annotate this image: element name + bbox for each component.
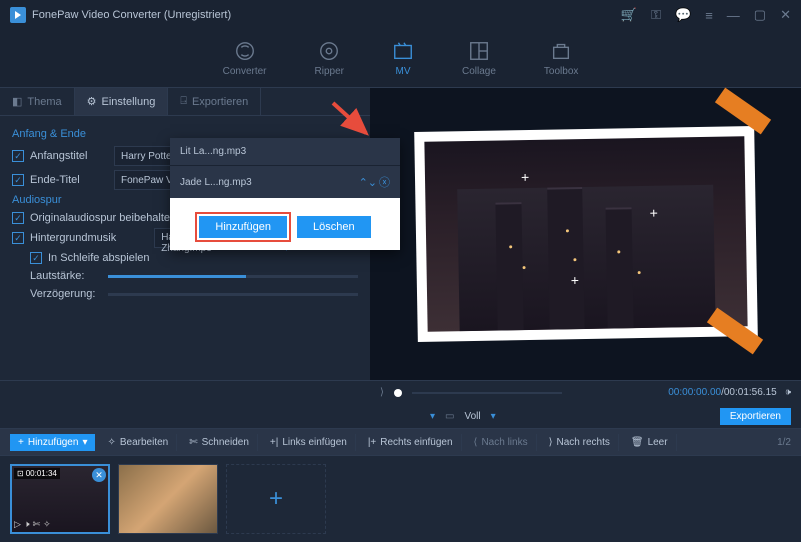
toolbox-icon — [550, 40, 572, 62]
wand-icon: ✧ — [107, 437, 115, 448]
cart-icon[interactable]: 🛒 — [621, 7, 637, 23]
nav-label: Converter — [223, 66, 267, 77]
start-title-label: Anfangstitel — [30, 150, 108, 162]
mv-icon — [392, 40, 414, 62]
move-right-button[interactable]: ⟩ Nach rechts — [541, 434, 619, 451]
chevron-down-icon[interactable]: ▾ — [430, 411, 435, 422]
chevron-right-icon[interactable]: ⟩ — [380, 387, 384, 398]
tab-label: Exportieren — [192, 96, 248, 108]
delay-slider[interactable] — [108, 293, 358, 296]
marker-icon[interactable]: + — [649, 204, 657, 220]
titlebar: FonePaw Video Converter (Unregistriert) … — [0, 0, 801, 30]
tab-settings[interactable]: ⚙ Einstellung — [75, 88, 169, 115]
wand-icon[interactable]: ✧ — [43, 519, 51, 530]
theme-icon: ◧ — [12, 95, 22, 108]
app-title: FonePaw Video Converter (Unregistriert) — [32, 9, 231, 21]
minimize-icon[interactable]: — — [727, 8, 740, 23]
app-logo-icon — [10, 7, 26, 23]
clip-duration-badge: ⊡ 00:01:34 — [14, 468, 60, 479]
volume-slider[interactable] — [108, 275, 358, 278]
move-left-button[interactable]: ⟨ Nach links — [466, 434, 537, 451]
scissors-icon[interactable]: ✄ — [33, 519, 41, 530]
clip-toolbar: + Hinzufügen ▾ ✧Bearbeiten ✄Schneiden +|… — [0, 428, 801, 456]
marker-icon[interactable]: + — [520, 168, 528, 184]
timecode: 00:00:00.00/00:01:56.15 — [668, 387, 776, 398]
maximize-icon[interactable]: ▢ — [754, 7, 766, 23]
playhead-dot[interactable] — [394, 389, 402, 397]
marker-icon[interactable]: + — [570, 272, 578, 288]
add-clip-slot[interactable]: + — [226, 464, 326, 534]
nav-label: Collage — [462, 66, 496, 77]
main-nav: Converter Ripper MV Collage Toolbox — [0, 30, 801, 88]
tab-label: Einstellung — [102, 96, 156, 108]
feedback-icon[interactable]: 💬 — [675, 7, 691, 23]
mute-icon[interactable]: 🕨 — [24, 519, 30, 530]
clip-thumbnail[interactable]: ⊡ 00:01:34 ✕ ▷ 🕨 ✄ ✧ — [10, 464, 110, 534]
collage-icon — [468, 40, 490, 62]
music-dropdown-popup: Lit La...ng.mp3 Jade L...ng.mp3 ⌃⌄ ⓧ Hin… — [170, 138, 400, 250]
end-title-checkbox[interactable] — [12, 174, 24, 186]
popup-item-controls[interactable]: ⌃⌄ ⓧ — [359, 174, 390, 190]
preview-frame: + + + — [414, 126, 758, 342]
delete-button[interactable]: Löschen — [297, 216, 371, 238]
add-clip-button[interactable]: + Hinzufügen ▾ — [10, 434, 95, 451]
timeline-scrubber[interactable] — [412, 392, 562, 394]
end-title-label: Ende-Titel — [30, 174, 108, 186]
nav-toolbox[interactable]: Toolbox — [544, 40, 578, 77]
nav-label: Toolbox — [544, 66, 578, 77]
tab-label: Thema — [27, 96, 61, 108]
volume-icon[interactable]: 🕩 — [785, 387, 791, 398]
popup-item[interactable]: Jade L...ng.mp3 ⌃⌄ ⓧ — [170, 165, 400, 198]
clip-thumbnail[interactable] — [118, 464, 218, 534]
menu-icon[interactable]: ≡ — [705, 8, 713, 23]
bg-music-checkbox[interactable] — [12, 232, 24, 244]
popup-item-label: Jade L...ng.mp3 — [180, 177, 252, 188]
preview-image: + + + — [424, 136, 747, 332]
chevron-down-icon[interactable]: ▾ — [491, 411, 496, 422]
trash-icon: 🗑 — [631, 437, 644, 448]
export-button[interactable]: Exportieren — [720, 408, 791, 425]
converter-icon — [234, 40, 256, 62]
export-icon: ⍈ — [180, 95, 187, 108]
page-indicator: 1/2 — [777, 437, 791, 448]
edit-button[interactable]: ✧Bearbeiten — [99, 434, 177, 451]
loop-checkbox[interactable] — [30, 252, 42, 264]
insert-right-button[interactable]: |+ Rechts einfügen — [360, 434, 462, 451]
cut-button[interactable]: ✄Schneiden — [181, 434, 258, 451]
scissors-icon: ✄ — [189, 437, 197, 448]
fullscreen-icon[interactable]: ▭ — [445, 411, 454, 422]
keep-original-checkbox[interactable] — [12, 212, 24, 224]
bg-music-label: Hintergrundmusik — [30, 232, 116, 244]
start-title-checkbox[interactable] — [12, 150, 24, 162]
play-icon[interactable]: ▷ — [14, 519, 21, 530]
volume-label: Lautstärke: — [30, 270, 100, 282]
voll-label: Voll — [464, 411, 480, 422]
clip-remove-button[interactable]: ✕ — [92, 468, 106, 482]
delay-label: Verzögerung: — [30, 288, 100, 300]
tab-export[interactable]: ⍈ Exportieren — [168, 88, 261, 115]
key-icon[interactable]: ⚿ — [651, 7, 661, 23]
nav-mv[interactable]: MV — [392, 40, 414, 77]
timeline-controls: ⟩ 00:00:00.00/00:01:56.15 🕩 — [0, 380, 801, 404]
keep-original-label: Originalaudiospur beibehalten — [30, 212, 176, 224]
nav-label: Ripper — [315, 66, 344, 77]
preview-panel: + + + + — [370, 88, 801, 380]
tab-theme[interactable]: ◧ Thema — [0, 88, 75, 115]
nav-collage[interactable]: Collage — [462, 40, 496, 77]
popup-item[interactable]: Lit La...ng.mp3 — [170, 138, 400, 165]
add-button[interactable]: Hinzufügen — [199, 216, 287, 238]
insert-left-button[interactable]: +| Links einfügen — [262, 434, 356, 451]
clear-button[interactable]: 🗑Leer — [623, 434, 677, 451]
gear-icon: ⚙ — [87, 95, 97, 108]
ripper-icon — [318, 40, 340, 62]
nav-converter[interactable]: Converter — [223, 40, 267, 77]
loop-label: In Schleife abspielen — [48, 252, 150, 264]
close-icon[interactable]: ✕ — [780, 7, 791, 23]
nav-ripper[interactable]: Ripper — [315, 40, 344, 77]
clips-tray: ⊡ 00:01:34 ✕ ▷ 🕨 ✄ ✧ + — [0, 456, 801, 542]
popup-item-label: Lit La...ng.mp3 — [180, 146, 246, 157]
nav-label: MV — [395, 66, 410, 77]
